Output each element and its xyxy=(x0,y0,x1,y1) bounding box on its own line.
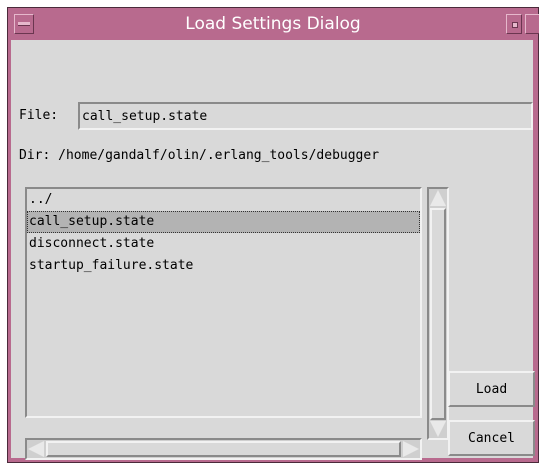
list-item-call-setup[interactable]: call_setup.state xyxy=(27,211,420,233)
scroll-left-arrow-icon[interactable] xyxy=(28,441,44,457)
scroll-up-arrow-icon[interactable] xyxy=(430,190,446,206)
minimize-button[interactable] xyxy=(506,14,522,34)
load-button[interactable]: Load xyxy=(448,371,535,407)
scroll-down-arrow-icon[interactable] xyxy=(430,421,446,437)
list-item-disconnect[interactable]: disconnect.state xyxy=(27,233,420,255)
maximize-button[interactable] xyxy=(525,14,539,34)
window-menu-icon xyxy=(18,22,30,26)
window-title: Load Settings Dialog xyxy=(185,14,361,34)
list-item-parent-dir[interactable]: ../ xyxy=(27,189,420,211)
directory-label: Dir: /home/gandalf/olin/.erlang_tools/de… xyxy=(19,148,380,163)
cancel-button[interactable]: Cancel xyxy=(448,420,535,456)
minimize-icon xyxy=(512,22,518,28)
horizontal-scrollbar[interactable] xyxy=(25,438,422,460)
file-name-input[interactable] xyxy=(78,102,533,130)
vertical-scroll-thumb[interactable] xyxy=(430,208,446,420)
file-list[interactable]: ../ call_setup.state disconnect.state st… xyxy=(25,187,422,418)
window-menu-button[interactable] xyxy=(14,14,34,34)
list-item-startup-failure[interactable]: startup_failure.state xyxy=(27,255,420,277)
vertical-scrollbar[interactable] xyxy=(427,187,449,440)
titlebar[interactable]: Load Settings Dialog xyxy=(8,8,539,42)
file-label: File: xyxy=(19,108,59,123)
scroll-right-arrow-icon[interactable] xyxy=(403,441,419,457)
horizontal-scroll-thumb[interactable] xyxy=(46,441,401,457)
